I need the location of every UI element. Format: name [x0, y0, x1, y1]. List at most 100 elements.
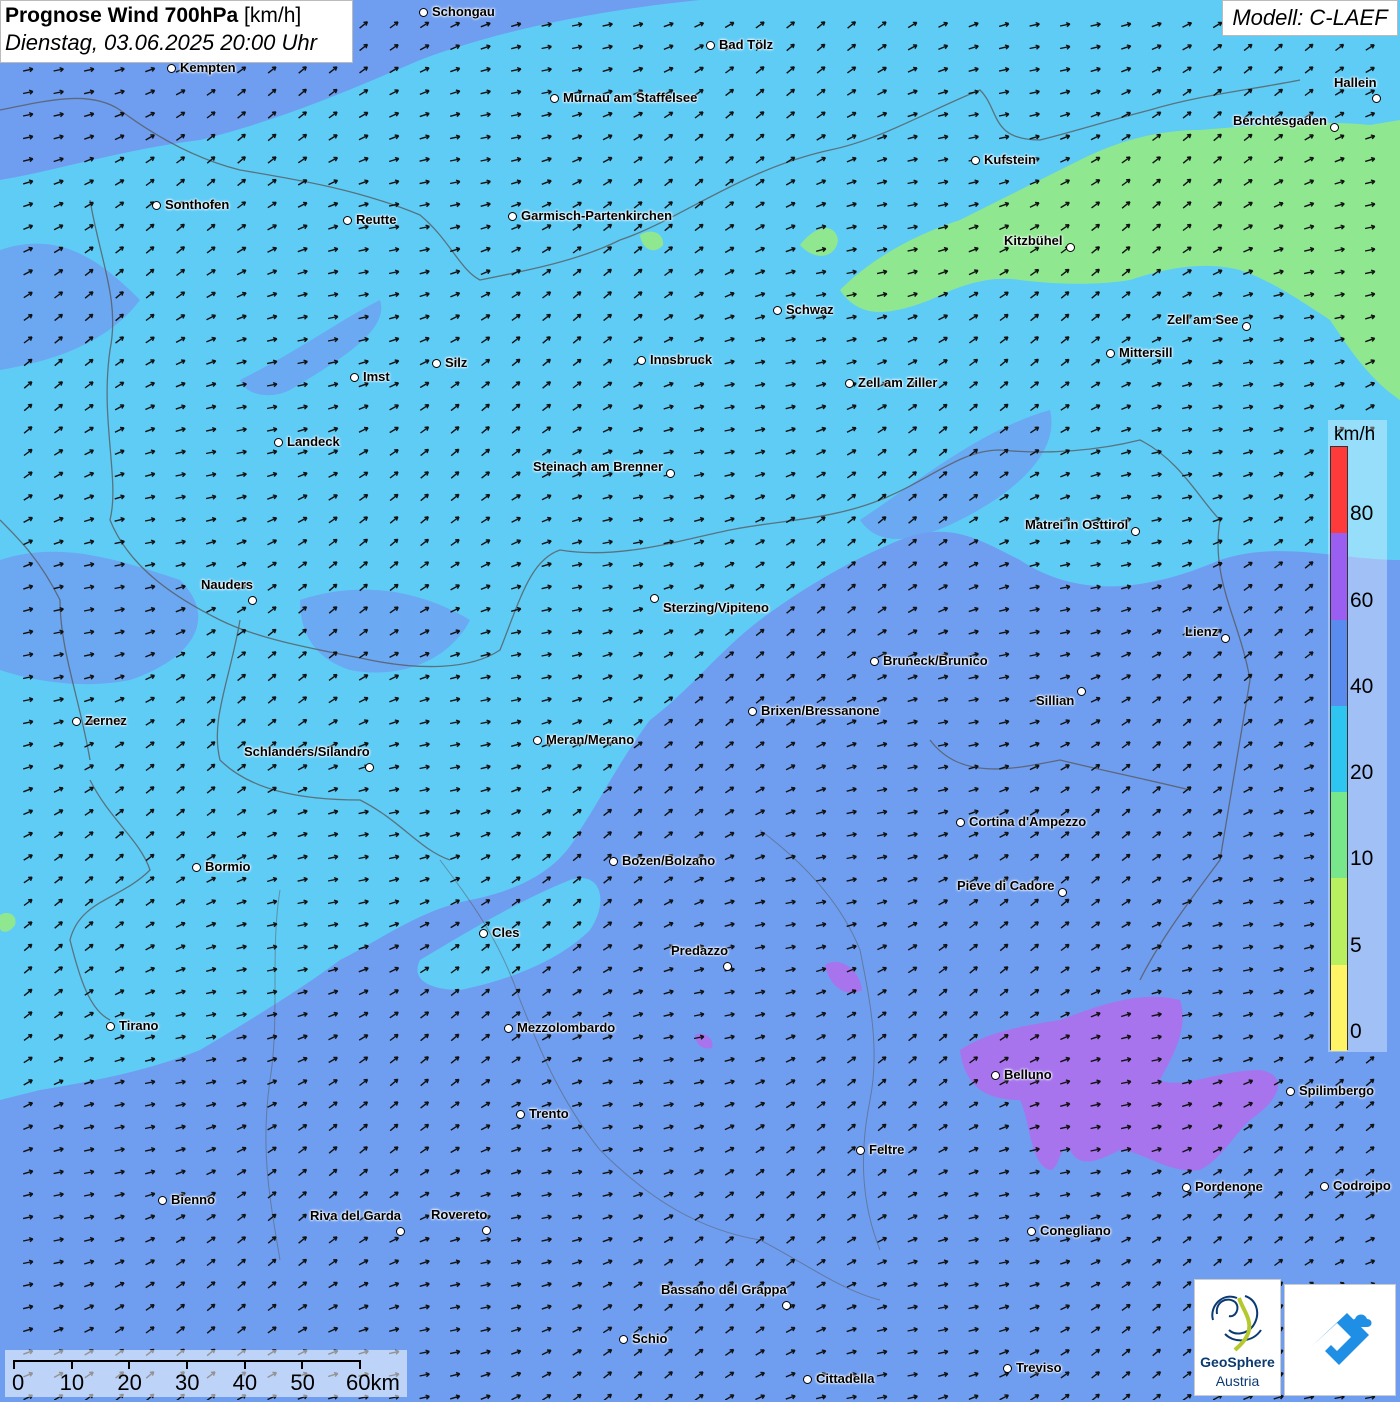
city-label: Silz: [445, 355, 468, 370]
city-label: Schongau: [432, 4, 495, 19]
city-label: Zell am Ziller: [858, 375, 938, 390]
scale-tick: [13, 1360, 15, 1369]
city-label: Brixen/Bressanone: [761, 703, 880, 718]
city-marker: [1131, 527, 1140, 536]
city-label: Schlanders/Silandro: [244, 744, 370, 759]
city-marker: [432, 359, 441, 368]
city-marker: [343, 216, 352, 225]
scale-label: 40: [232, 1370, 258, 1395]
city-label: Hallein: [1334, 75, 1377, 90]
legend-tick-label: 20: [1350, 761, 1374, 785]
legend-swatch: [1331, 619, 1347, 706]
geosphere-emblem-icon: [1211, 1295, 1262, 1352]
geosphere-logo: GeoSphere Austria: [1194, 1279, 1281, 1396]
city-marker: [782, 1301, 791, 1310]
title-box: Prognose Wind 700hPa [km/h] Dienstag, 03…: [0, 0, 353, 63]
scale-tick: [243, 1360, 246, 1369]
city-marker: [706, 41, 715, 50]
city-label: Garmisch-Partenkirchen: [521, 208, 673, 223]
city-marker: [504, 1024, 513, 1033]
city-marker: [1058, 888, 1067, 897]
city-label: Mezzolombardo: [517, 1020, 616, 1035]
city-label: Predazzo: [671, 943, 729, 958]
title-text: Prognose Wind 700hPa: [5, 4, 239, 27]
city-label: Pordenone: [1195, 1179, 1263, 1194]
scale-label: 30: [175, 1370, 200, 1395]
city-label: Zell am See: [1167, 312, 1239, 327]
legend-tick-label: 0: [1350, 1020, 1362, 1043]
city-marker: [106, 1022, 115, 1031]
legend-swatch: [1331, 792, 1347, 879]
city-marker: [803, 1375, 812, 1384]
city-label: Schwaz: [786, 302, 834, 317]
city-marker: [1003, 1364, 1012, 1373]
city-marker: [419, 8, 428, 17]
legend-swatch: [1331, 964, 1347, 1051]
title-unit: [km/h]: [244, 4, 302, 27]
city-label: Matrei in Osttirol: [1025, 517, 1129, 532]
city-marker: [533, 736, 542, 745]
legend-tick-label: 40: [1350, 674, 1374, 698]
city-marker: [1221, 634, 1230, 643]
city-label: Zernez: [85, 713, 127, 728]
city-label: Belluno: [1004, 1067, 1052, 1082]
legend-tick-label: 80: [1350, 502, 1374, 526]
city-marker: [550, 94, 559, 103]
city-marker: [748, 707, 757, 716]
city-marker: [1066, 243, 1075, 252]
forecast-datetime: Dienstag, 03.06.2025 20:00 Uhr: [5, 30, 317, 55]
geosphere-name: GeoSphere: [1200, 1354, 1275, 1370]
city-label: Sillian: [1036, 693, 1075, 708]
city-marker: [956, 818, 965, 827]
city-marker: [845, 379, 854, 388]
city-label: Imst: [363, 369, 390, 384]
model-label: Modell: C-LAEF: [1222, 0, 1398, 36]
legend-swatch: [1331, 705, 1347, 793]
city-marker: [609, 857, 618, 866]
city-marker: [1320, 1182, 1329, 1191]
city-marker: [637, 356, 646, 365]
scale-tick: [186, 1360, 188, 1369]
scale-label: 60km: [346, 1370, 400, 1395]
city-marker: [1077, 687, 1086, 696]
legend-tick-label: 5: [1350, 933, 1362, 957]
city-label: Bassano del Grappa: [661, 1282, 787, 1297]
city-marker: [516, 1110, 525, 1119]
city-label: Kitzbühel: [1004, 233, 1063, 248]
city-marker: [482, 1226, 491, 1235]
city-marker: [152, 201, 161, 210]
city-marker: [1182, 1183, 1191, 1192]
city-label: Cittadella: [816, 1371, 875, 1386]
scale-label: 20: [117, 1370, 142, 1395]
city-label: Steinach am Brenner: [533, 459, 664, 474]
city-label: Sterzing/Vipiteno: [663, 600, 769, 615]
scale-tick: [128, 1360, 131, 1369]
legend-swatch: [1331, 878, 1347, 965]
partner-logo: [1284, 1284, 1396, 1396]
city-label: Bienno: [171, 1192, 216, 1207]
city-marker: [1242, 322, 1251, 331]
city-marker: [870, 657, 879, 666]
city-marker: [248, 596, 257, 605]
city-label: Cortina d'Ampezzo: [969, 814, 1087, 829]
city-marker: [1330, 123, 1339, 132]
scale-tick: [301, 1360, 304, 1369]
city-marker: [1286, 1087, 1295, 1096]
city-label: Mittersill: [1119, 345, 1173, 360]
scale-label: 10: [59, 1370, 85, 1395]
scale-tick: [359, 1360, 361, 1369]
city-label: Trento: [529, 1106, 569, 1121]
scale-label: 0: [12, 1370, 25, 1395]
city-marker: [72, 717, 81, 726]
scale-bar: 0 10 20 30 40 50 60km: [5, 1350, 407, 1397]
geosphere-sub: Austria: [1215, 1373, 1260, 1389]
city-label: Rovereto: [431, 1207, 488, 1222]
color-legend: km/h 80 60 40 20 10 5 0: [1328, 420, 1387, 1052]
city-label: Landeck: [287, 434, 340, 449]
city-marker: [773, 306, 782, 315]
city-label: Bormio: [205, 859, 251, 874]
legend-unit: km/h: [1334, 424, 1376, 445]
city-label: Treviso: [1016, 1360, 1062, 1375]
city-label: Tirano: [119, 1018, 159, 1033]
city-label: Schio: [632, 1331, 668, 1346]
